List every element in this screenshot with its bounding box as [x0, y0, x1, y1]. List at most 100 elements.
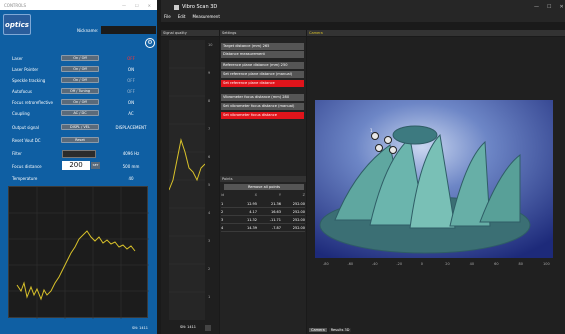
- table-cell: 4.17: [249, 210, 257, 214]
- camera-header: Camera: [307, 30, 565, 36]
- control-row-button[interactable]: DISPL / VEL: [61, 124, 99, 130]
- table-row[interactable]: 4 14.39 -7.87 252.00: [221, 225, 305, 232]
- menu-measurement[interactable]: Measurement: [192, 14, 219, 19]
- signal-quality-square[interactable]: [205, 325, 211, 331]
- filter-select[interactable]: [62, 150, 96, 158]
- control-row-button[interactable]: On / Off: [61, 99, 99, 105]
- settings-item[interactable]: Vibrometer focus distance (mm) 280: [221, 94, 304, 101]
- app-title: Vibro Scan 3D: [174, 4, 217, 10]
- tab-camera[interactable]: Camera: [309, 328, 327, 332]
- camera-x-tick: 60: [494, 262, 499, 266]
- table-cell: 1: [221, 202, 224, 206]
- camera-x-tick: 20: [445, 262, 450, 266]
- nickname-label: Nickname:: [77, 28, 99, 33]
- settings-item[interactable]: Set reference plane distance: [221, 80, 304, 87]
- camera-x-tick: -40: [371, 262, 378, 266]
- table-cell: 2: [221, 210, 224, 214]
- settings-item[interactable]: Distance measurement: [221, 51, 304, 58]
- table-cell: 252.00: [292, 202, 305, 206]
- temperature-label: Temperature: [12, 176, 38, 181]
- control-row-button[interactable]: On / Off: [61, 77, 99, 83]
- camera-x-tick: 40: [469, 262, 475, 266]
- control-row-label: Autofocus: [12, 89, 32, 94]
- camera-x-tick: 0: [420, 262, 423, 266]
- camera-x-tick: -60: [347, 262, 354, 266]
- control-row-label: Coupling: [12, 111, 30, 116]
- table-cell: -7.87: [271, 226, 281, 230]
- signal-quality-status: SN: 1411: [180, 325, 197, 329]
- focus-set-button[interactable]: SET: [91, 162, 100, 169]
- focus-distance-label: Focus distance: [12, 164, 42, 169]
- table-cell: 252.00: [292, 210, 305, 214]
- signal-quality-tick: 1: [208, 295, 211, 299]
- tab-results-3d[interactable]: Results 3D: [328, 328, 352, 332]
- remove-all-points-button[interactable]: Remove all points: [224, 184, 304, 190]
- table-row[interactable]: 3 11.32 -11.71 252.00: [221, 217, 305, 224]
- camera-view[interactable]: 1: [315, 100, 553, 258]
- control-row-button[interactable]: On / Off: [61, 66, 99, 72]
- signal-chart: [8, 186, 149, 319]
- control-panel-title: CONTROLS: [4, 2, 27, 8]
- control-row-button[interactable]: On / Off: [61, 55, 99, 61]
- table-row[interactable]: 2 4.17 16.63 252.00: [221, 209, 305, 216]
- camera-x-tick: 100: [543, 262, 550, 266]
- maximize-icon[interactable]: ☐: [135, 3, 139, 8]
- settings-gear-icon[interactable]: ⚙: [145, 38, 155, 48]
- settings-item[interactable]: Set vibrometer focus distance (manual): [221, 103, 304, 110]
- settings-header: Settings: [220, 30, 306, 36]
- minimize-icon[interactable]: —: [122, 3, 126, 8]
- control-row-value: AC: [128, 111, 134, 116]
- settings-item[interactable]: Reference plane distance (mm) 250: [221, 62, 304, 69]
- close-icon[interactable]: ✕: [148, 3, 151, 8]
- signal-quality-tick: 6: [208, 155, 211, 159]
- camera-x-tick: -20: [396, 262, 403, 266]
- control-row-button[interactable]: Reset: [61, 137, 99, 143]
- table-cell: 3: [221, 218, 224, 222]
- control-panel-titlebar: CONTROLS — ☐ ✕: [0, 0, 157, 10]
- signal-quality-tick: 9: [208, 71, 211, 75]
- menu-edit[interactable]: Edit: [178, 14, 186, 19]
- control-row-value: ON: [127, 67, 135, 72]
- control-row-button[interactable]: AC / DC: [61, 110, 99, 116]
- control-row-value: DISPLACEMENT: [115, 125, 147, 130]
- minimize-icon[interactable]: —: [534, 4, 539, 10]
- menu-bar: File Edit Measurement: [164, 14, 220, 19]
- app-titlebar: [161, 0, 565, 22]
- table-cell: 252.00: [292, 226, 305, 230]
- points-column-header: Y: [278, 193, 281, 197]
- control-row-value: OFF: [127, 78, 135, 83]
- table-cell: 14.39: [246, 226, 257, 230]
- camera-tabs: Camera Results 3D: [309, 328, 352, 332]
- control-row-label: Focus retroreflective: [12, 100, 53, 105]
- close-icon[interactable]: ✕: [559, 4, 563, 10]
- settings-item[interactable]: Set vibrometer focus distance: [221, 112, 304, 119]
- settings-item[interactable]: Set reference plane distance (manual): [221, 71, 304, 78]
- focus-distance-input[interactable]: 200: [62, 161, 90, 170]
- signal-quality-tick: 3: [208, 239, 211, 243]
- maximize-icon[interactable]: ☐: [547, 4, 551, 10]
- camera-x-tick: 80: [518, 262, 524, 266]
- table-cell: 12.95: [246, 202, 257, 206]
- signal-quality-chart: [168, 40, 206, 320]
- control-row-label: Speckle tracking: [12, 78, 46, 83]
- control-row-button[interactable]: Off / Tuning: [61, 88, 99, 94]
- control-row-value: ON: [127, 100, 135, 105]
- nickname-input[interactable]: [101, 26, 156, 34]
- table-cell: 252.00: [292, 218, 305, 222]
- signal-quality-trace: [168, 138, 206, 191]
- control-row-value: OFF: [127, 89, 135, 94]
- menu-file[interactable]: File: [164, 14, 171, 19]
- table-row[interactable]: 1 12.95 21.36 252.00: [221, 201, 305, 208]
- table-cell: 4: [221, 226, 224, 230]
- signal-quality-tick: 5: [208, 183, 211, 187]
- focus-distance-value: 500 mm: [122, 164, 140, 169]
- points-column-header: id: [221, 193, 225, 197]
- table-cell: 21.36: [270, 202, 281, 206]
- signal-quality-header: Signal quality: [161, 30, 219, 36]
- points-panel: [220, 176, 306, 334]
- signal-quality-tick: 10: [208, 43, 213, 47]
- signal-quality-tick: 2: [208, 267, 211, 271]
- app-icon: [174, 4, 179, 10]
- table-cell: 11.32: [246, 218, 257, 222]
- settings-item[interactable]: Target distance (mm) 265: [221, 43, 304, 50]
